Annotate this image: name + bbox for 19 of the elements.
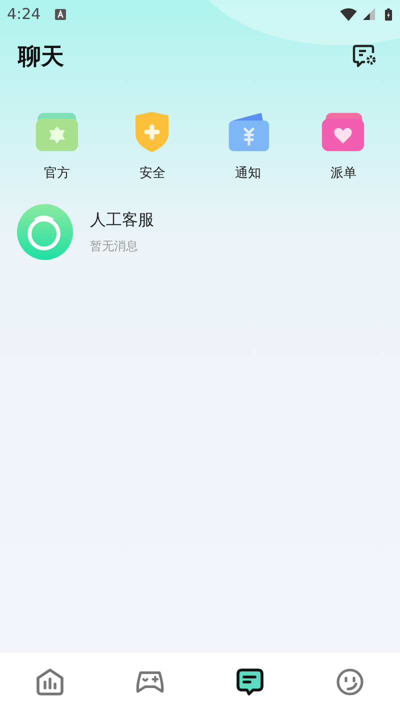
page-title: 聊天 [18, 42, 64, 72]
keyboard-icon [54, 8, 66, 20]
battery-icon [385, 8, 392, 20]
category-label: 安全 [139, 165, 166, 182]
smiley-tab-icon[interactable] [335, 667, 365, 697]
contact-name[interactable]: 人工客服 [90, 210, 154, 230]
avatar-icon [16, 203, 74, 261]
signal-icon [363, 8, 375, 20]
category-label: 派单 [330, 165, 356, 182]
message-preview: 暂无消息 [90, 238, 139, 254]
wifi-icon [340, 8, 357, 20]
category-label: 通知 [234, 165, 261, 182]
category-label: 官方 [44, 165, 70, 182]
folder-star-icon[interactable] [34, 110, 80, 154]
status-time: 4:24 [7, 5, 41, 23]
message-tab-icon[interactable] [235, 667, 265, 697]
folder-heart-icon[interactable] [320, 110, 366, 154]
chat-settings-icon[interactable] [352, 44, 378, 68]
chart-tab-icon[interactable] [35, 667, 65, 697]
